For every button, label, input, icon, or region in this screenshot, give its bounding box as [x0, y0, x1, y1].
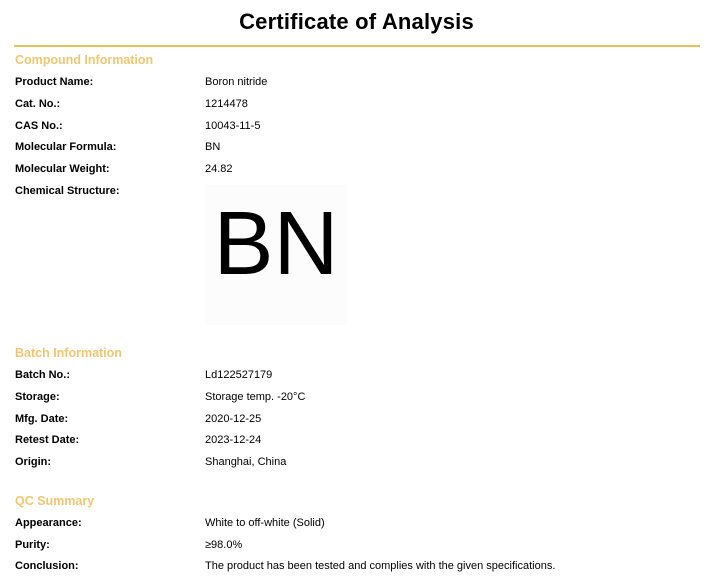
molecular-formula-value: BN: [205, 141, 221, 153]
storage-label: Storage:: [15, 391, 60, 403]
molecular-weight-value: 24.82: [205, 163, 233, 175]
batch-section-heading: Batch Information: [15, 346, 122, 360]
molecular-weight-label: Molecular Weight:: [15, 163, 110, 175]
conclusion-value: The product has been tested and complies…: [205, 560, 556, 572]
chemical-structure-label: Chemical Structure:: [15, 185, 120, 197]
qc-section-heading: QC Summary: [15, 494, 95, 508]
mfg-date-label: Mfg. Date:: [15, 413, 69, 425]
purity-label: Purity:: [15, 539, 50, 551]
cas-no-label: CAS No.:: [15, 120, 63, 132]
chemical-structure-text: BN: [213, 194, 339, 294]
cat-no-value: 1214478: [205, 98, 248, 110]
chemical-structure-image: BN: [205, 185, 347, 325]
title-divider: [14, 45, 700, 47]
compound-section-heading: Compound Information: [15, 53, 154, 67]
origin-label: Origin:: [15, 456, 52, 468]
conclusion-label: Conclusion:: [15, 560, 79, 572]
document-title: Certificate of Analysis: [239, 9, 474, 34]
appearance-label: Appearance:: [15, 517, 82, 529]
batch-no-value: Ld122527179: [205, 369, 273, 381]
purity-value: ≥98.0%: [205, 539, 243, 551]
batch-no-label: Batch No.:: [15, 369, 70, 381]
product-name-value: Boron nitride: [205, 76, 268, 88]
mfg-date-value: 2020-12-25: [205, 413, 262, 425]
origin-value: Shanghai, China: [205, 456, 287, 468]
storage-value: Storage temp. -20°C: [205, 391, 306, 403]
cas-no-value: 10043-11-5: [205, 120, 261, 132]
appearance-value: White to off-white (Solid): [205, 517, 325, 529]
molecular-formula-label: Molecular Formula:: [15, 141, 117, 153]
retest-date-label: Retest Date:: [15, 434, 80, 446]
retest-date-value: 2023-12-24: [205, 434, 262, 446]
cat-no-label: Cat. No.:: [15, 98, 61, 110]
product-name-label: Product Name:: [15, 76, 94, 88]
